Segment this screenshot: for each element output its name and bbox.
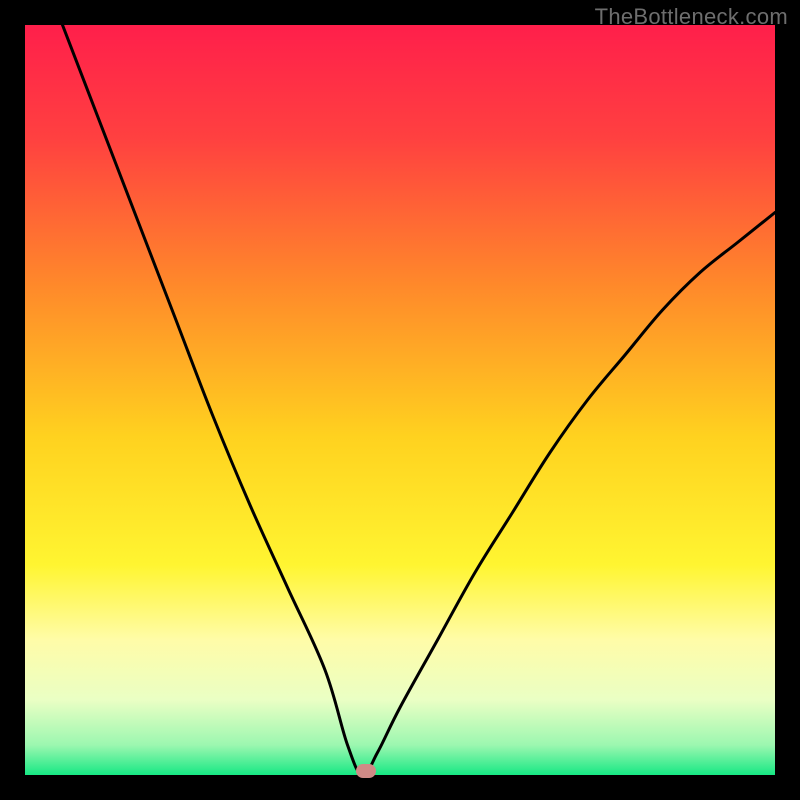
chart-frame: TheBottleneck.com xyxy=(0,0,800,800)
plot-area xyxy=(25,25,775,775)
gradient-background xyxy=(25,25,775,775)
watermark-text: TheBottleneck.com xyxy=(595,4,788,30)
optimal-point-marker xyxy=(356,764,376,778)
chart-svg xyxy=(25,25,775,775)
